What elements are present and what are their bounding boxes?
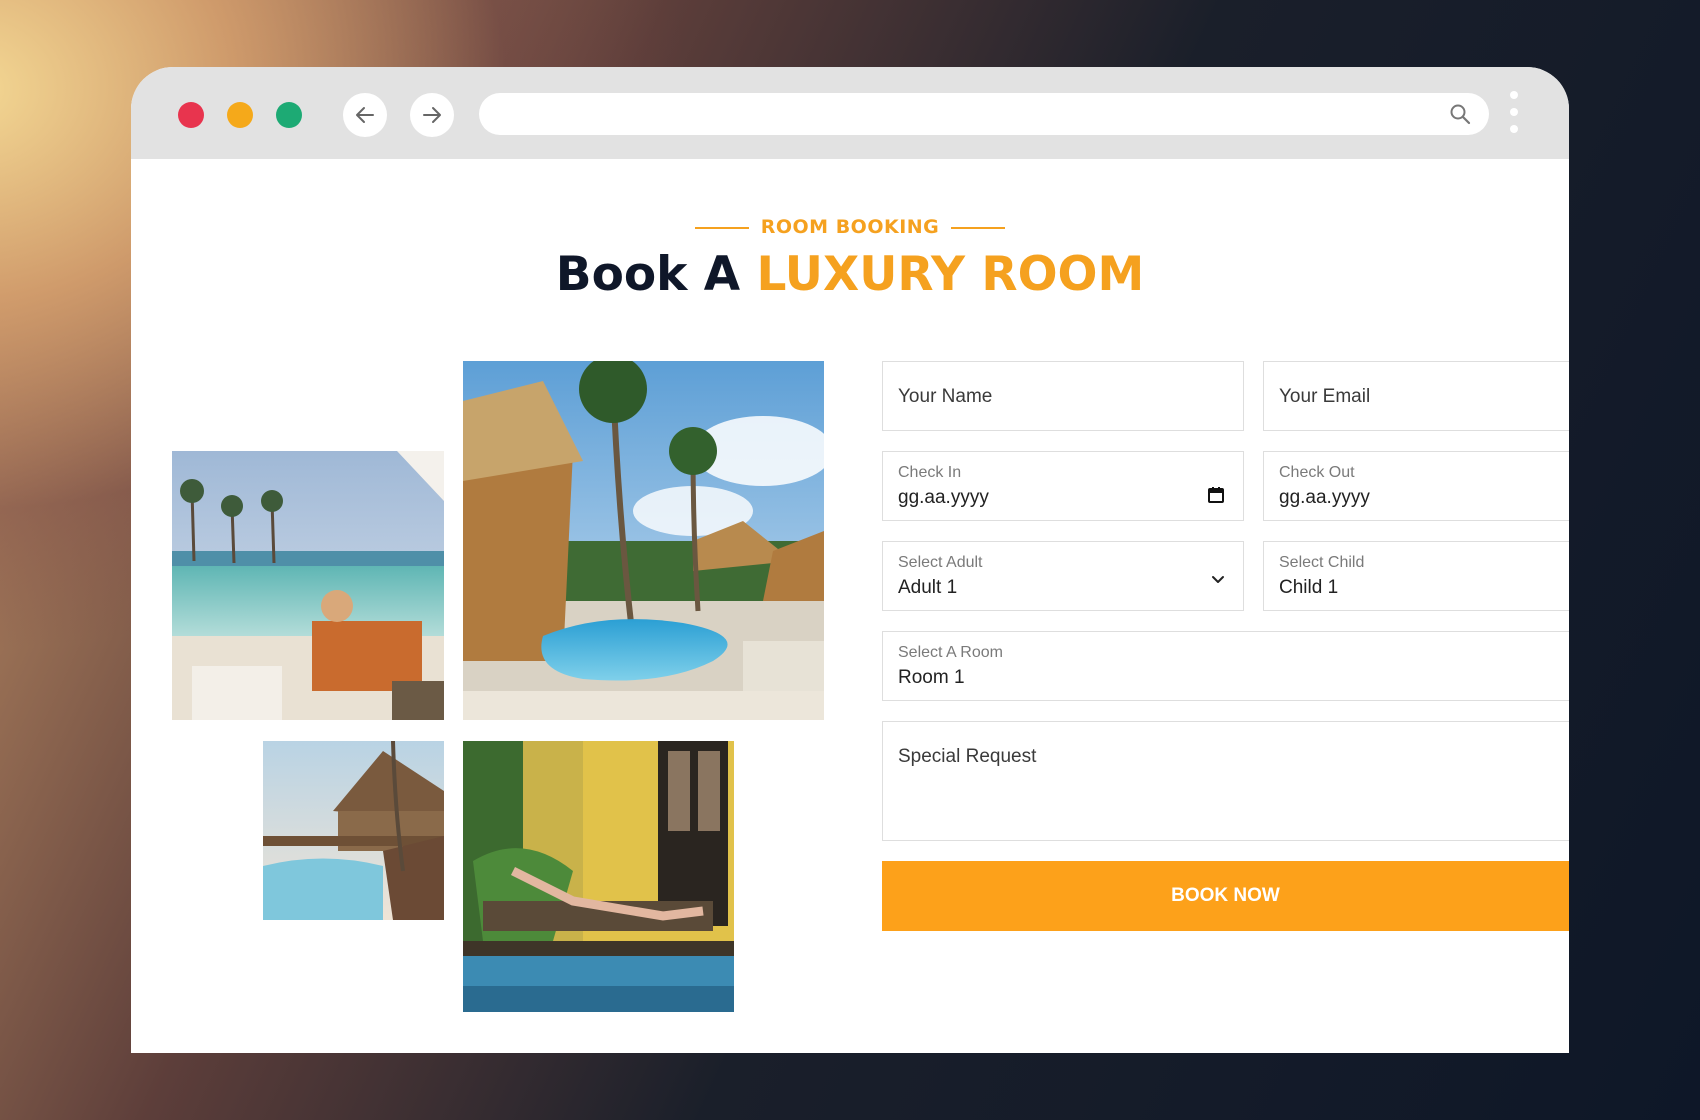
forward-button[interactable] bbox=[410, 93, 454, 137]
resort-pool-photo bbox=[172, 451, 444, 720]
search-icon[interactable] bbox=[1449, 103, 1471, 125]
check-out-value: gg.aa.yyyy bbox=[1279, 487, 1370, 508]
adult-label: Select Adult bbox=[898, 554, 983, 571]
page-title-prefix: Book A bbox=[555, 247, 757, 302]
maximize-window-button[interactable] bbox=[276, 102, 302, 128]
child-value: Child 1 bbox=[1279, 577, 1339, 598]
check-out-label: Check Out bbox=[1279, 464, 1355, 481]
eyebrow-divider-right bbox=[951, 226, 1006, 229]
browser-toolbar bbox=[131, 67, 1569, 159]
book-now-button[interactable]: BOOK NOW bbox=[882, 861, 1569, 931]
tropical-pool-photo bbox=[463, 361, 824, 720]
adult-select[interactable]: Select Adult Adult 1 bbox=[882, 541, 1244, 611]
name-placeholder: Your Name bbox=[898, 386, 993, 407]
back-button[interactable] bbox=[343, 93, 387, 137]
booking-section: ROOM BOOKING Book A LUXURY ROOM Your Nam… bbox=[131, 159, 1569, 1053]
check-in-value: gg.aa.yyyy bbox=[898, 487, 989, 508]
name-field[interactable]: Your Name bbox=[882, 361, 1244, 431]
check-out-date-field[interactable]: Check Out gg.aa.yyyy bbox=[1263, 451, 1569, 521]
arrow-left-icon bbox=[356, 107, 374, 123]
room-label: Select A Room bbox=[898, 644, 1003, 661]
minimize-window-button[interactable] bbox=[227, 102, 253, 128]
adult-value: Adult 1 bbox=[898, 577, 958, 598]
email-placeholder: Your Email bbox=[1279, 386, 1371, 407]
eyebrow-divider-left bbox=[694, 226, 749, 229]
calendar-icon[interactable] bbox=[1207, 486, 1225, 504]
section-eyebrow: ROOM BOOKING bbox=[131, 216, 1569, 238]
check-in-date-field[interactable]: Check In gg.aa.yyyy bbox=[882, 451, 1244, 521]
special-request-placeholder: Special Request bbox=[898, 746, 1037, 767]
poolside-lounger-photo bbox=[463, 741, 734, 1012]
kebab-menu-icon[interactable] bbox=[1508, 91, 1520, 139]
page-title: Book A LUXURY ROOM bbox=[131, 247, 1569, 302]
chevron-down-icon[interactable] bbox=[1209, 570, 1227, 588]
room-select[interactable]: Select A Room Room 1 bbox=[882, 631, 1569, 701]
eyebrow-text: ROOM BOOKING bbox=[760, 216, 940, 238]
arrow-right-icon bbox=[423, 107, 441, 123]
lodge-pool-photo bbox=[263, 741, 444, 920]
check-in-label: Check In bbox=[898, 464, 962, 481]
child-label: Select Child bbox=[1279, 554, 1365, 571]
room-value: Room 1 bbox=[898, 667, 965, 688]
address-bar[interactable] bbox=[479, 93, 1489, 135]
browser-window: ROOM BOOKING Book A LUXURY ROOM Your Nam… bbox=[131, 67, 1569, 1053]
close-window-button[interactable] bbox=[178, 102, 204, 128]
email-field[interactable]: Your Email bbox=[1263, 361, 1569, 431]
child-select[interactable]: Select Child Child 1 bbox=[1263, 541, 1569, 611]
special-request-textarea[interactable]: Special Request bbox=[882, 721, 1569, 841]
page-title-accent: LUXURY ROOM bbox=[756, 247, 1145, 302]
